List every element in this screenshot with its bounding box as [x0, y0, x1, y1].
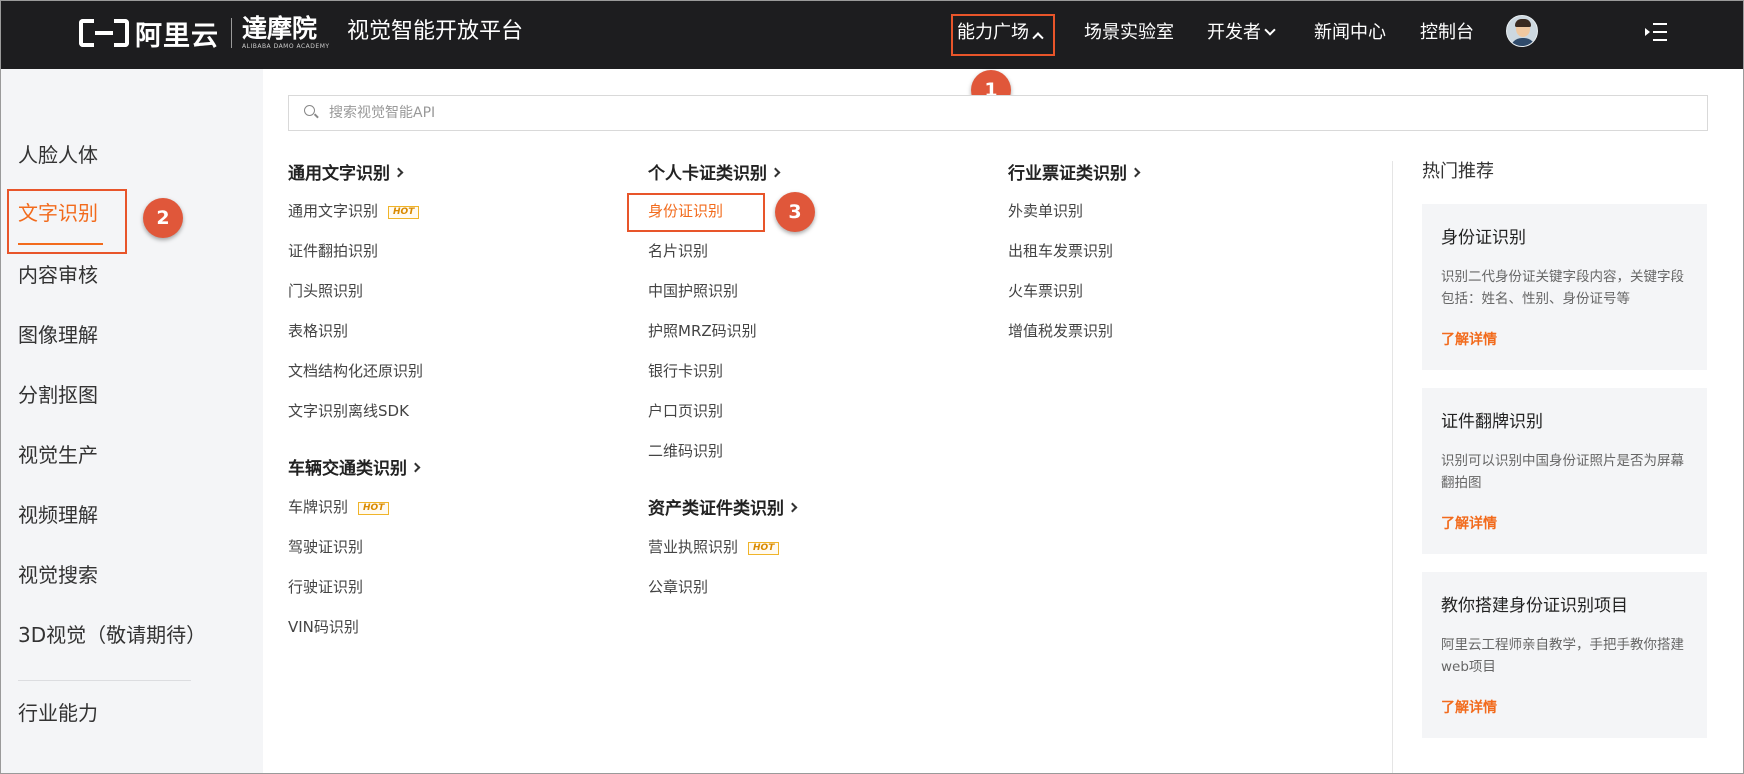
recommend-divider: [1392, 161, 1393, 773]
sidebar-divider: [18, 680, 191, 681]
nav-news-center[interactable]: 新闻中心: [1314, 20, 1386, 46]
sidebar-item-video-understanding[interactable]: 视频理解: [18, 501, 98, 529]
link-bank-card[interactable]: 银行卡识别: [648, 360, 723, 382]
link-official-seal[interactable]: 公章识别: [648, 576, 708, 598]
brand-logo[interactable]: 阿里云 達摩院 ALIBABA DAMO ACADEMY: [79, 14, 330, 52]
annotation-badge-2: 2: [143, 198, 183, 238]
link-driving-license[interactable]: 驾驶证识别: [288, 536, 363, 558]
card-title: 身份证识别: [1441, 228, 1526, 248]
category-title: 个人卡证类识别: [648, 164, 767, 184]
nav-developer-label: 开发者: [1207, 22, 1261, 43]
sidebar-item-visual-search[interactable]: 视觉搜索: [18, 561, 98, 589]
annotation-highlight-1: [951, 14, 1055, 56]
search-icon: [304, 105, 319, 119]
chevron-right-icon: [1130, 167, 1141, 178]
recommend-title: 热门推荐: [1422, 161, 1494, 182]
card-title: 教你搭建身份证识别项目: [1441, 596, 1628, 616]
annotation-highlight-3: [627, 193, 765, 232]
sidebar-item-industry[interactable]: 行业能力: [18, 699, 98, 727]
aliyun-logo-text: 阿里云: [135, 20, 219, 52]
card-description: 阿里云工程师亲自教学，手把手教你搭建web项目: [1441, 637, 1684, 675]
card-description: 识别二代身份证关键字段内容，关键字段包括：姓名、性别、身份证号等: [1441, 269, 1684, 307]
link-business-license[interactable]: 营业执照识别 HOT: [648, 536, 780, 558]
sidebar-item-visual-production[interactable]: 视觉生产: [18, 441, 98, 469]
nav-lab-label: 场景实验室: [1084, 22, 1174, 43]
platform-title[interactable]: 视觉智能开放平台: [347, 17, 523, 47]
recommend-card-tutorial[interactable]: 教你搭建身份证识别项目 阿里云工程师亲自教学，手把手教你搭建web项目 了解详情: [1422, 572, 1707, 738]
link-document-structure[interactable]: 文档结构化还原识别: [288, 360, 423, 382]
link-business-card[interactable]: 名片识别: [648, 240, 708, 262]
menu-toggle-icon[interactable]: [1645, 21, 1669, 43]
link-china-passport[interactable]: 中国护照识别: [648, 280, 738, 302]
annotation-highlight-2: [7, 189, 127, 254]
category-title: 通用文字识别: [288, 164, 390, 184]
link-passport-mrz[interactable]: 护照MRZ码识别: [648, 320, 757, 342]
link-qr-code[interactable]: 二维码识别: [648, 440, 723, 462]
nav-news-label: 新闻中心: [1314, 22, 1386, 43]
chevron-down-icon: [1264, 24, 1276, 36]
link-document-recapture[interactable]: 证件翻拍识别: [288, 240, 378, 262]
aliyun-logo-icon: [79, 19, 129, 47]
category-personal-cards[interactable]: 个人卡证类识别: [648, 162, 781, 186]
link-vin[interactable]: VIN码识别: [288, 616, 359, 638]
nav-console[interactable]: 控制台: [1420, 20, 1474, 46]
link-takeaway-order[interactable]: 外卖单识别: [1008, 200, 1083, 222]
category-title: 资产类证件类识别: [648, 499, 784, 519]
link-storefront[interactable]: 门头照识别: [288, 280, 363, 302]
category-general-ocr[interactable]: 通用文字识别: [288, 162, 404, 186]
chevron-right-icon: [410, 462, 421, 473]
api-search-input[interactable]: [329, 96, 1629, 130]
learn-more-link[interactable]: 了解详情: [1441, 514, 1497, 534]
category-title: 行业票证类识别: [1008, 164, 1127, 184]
recommend-card-recapture[interactable]: 证件翻牌识别 识别可以识别中国身份证照片是否为屏幕翻拍图 了解详情: [1422, 388, 1707, 554]
link-vehicle-license[interactable]: 行驶证识别: [288, 576, 363, 598]
sidebar-item-face-body[interactable]: 人脸人体: [18, 141, 98, 169]
user-avatar[interactable]: [1506, 15, 1538, 47]
chevron-right-icon: [770, 167, 781, 178]
category-title: 车辆交通类识别: [288, 459, 407, 479]
damo-logo-subtext: ALIBABA DAMO ACADEMY: [242, 43, 330, 50]
hot-badge: HOT: [748, 542, 780, 555]
link-offline-sdk[interactable]: 文字识别离线SDK: [288, 400, 409, 422]
chevron-right-icon: [787, 502, 798, 513]
api-search-box[interactable]: [288, 95, 1708, 131]
link-label: 通用文字识别: [288, 202, 379, 220]
link-label: 营业执照识别: [648, 538, 739, 556]
annotation-badge-3: 3: [775, 192, 815, 232]
link-train-ticket[interactable]: 火车票识别: [1008, 280, 1083, 302]
nav-developer[interactable]: 开发者: [1207, 20, 1276, 46]
link-household-register[interactable]: 户口页识别: [648, 400, 723, 422]
learn-more-link[interactable]: 了解详情: [1441, 330, 1497, 350]
nav-console-label: 控制台: [1420, 22, 1474, 43]
damo-logo: 達摩院 ALIBABA DAMO ACADEMY: [242, 14, 330, 51]
recommend-card-id[interactable]: 身份证识别 识别二代身份证关键字段内容，关键字段包括：姓名、性别、身份证号等 了…: [1422, 204, 1707, 370]
learn-more-link[interactable]: 了解详情: [1441, 698, 1497, 718]
link-table[interactable]: 表格识别: [288, 320, 348, 342]
link-license-plate[interactable]: 车牌识别 HOT: [288, 496, 390, 518]
category-asset-docs[interactable]: 资产类证件类识别: [648, 497, 798, 521]
category-vehicle[interactable]: 车辆交通类识别: [288, 457, 421, 481]
card-description: 识别可以识别中国身份证照片是否为屏幕翻拍图: [1441, 453, 1684, 491]
category-sidebar: 人脸人体 文字识别 内容审核 图像理解 分割抠图 视觉生产 视频理解 视觉搜索 …: [1, 69, 263, 773]
hot-badge: HOT: [388, 206, 420, 219]
sidebar-item-segmentation[interactable]: 分割抠图: [18, 381, 98, 409]
link-label: 车牌识别: [288, 498, 349, 516]
hot-badge: HOT: [358, 502, 390, 515]
sidebar-item-content-moderation[interactable]: 内容审核: [18, 261, 98, 289]
sidebar-item-image-understanding[interactable]: 图像理解: [18, 321, 98, 349]
damo-logo-text: 達摩院: [242, 14, 318, 43]
card-title: 证件翻牌识别: [1441, 412, 1543, 432]
page: 阿里云 達摩院 ALIBABA DAMO ACADEMY 视觉智能开放平台 能力…: [0, 0, 1744, 774]
link-taxi-invoice[interactable]: 出租车发票识别: [1008, 240, 1113, 262]
nav-scene-lab[interactable]: 场景实验室: [1084, 20, 1174, 46]
chevron-right-icon: [393, 167, 404, 178]
logo-divider: [231, 18, 232, 48]
category-industry-tickets[interactable]: 行业票证类识别: [1008, 162, 1141, 186]
link-vat-invoice[interactable]: 增值税发票识别: [1008, 320, 1113, 342]
sidebar-item-3d-vision[interactable]: 3D视觉（敬请期待）: [18, 621, 206, 649]
top-bar: 阿里云 達摩院 ALIBABA DAMO ACADEMY 视觉智能开放平台 能力…: [1, 1, 1743, 69]
link-general-ocr[interactable]: 通用文字识别 HOT: [288, 200, 420, 222]
